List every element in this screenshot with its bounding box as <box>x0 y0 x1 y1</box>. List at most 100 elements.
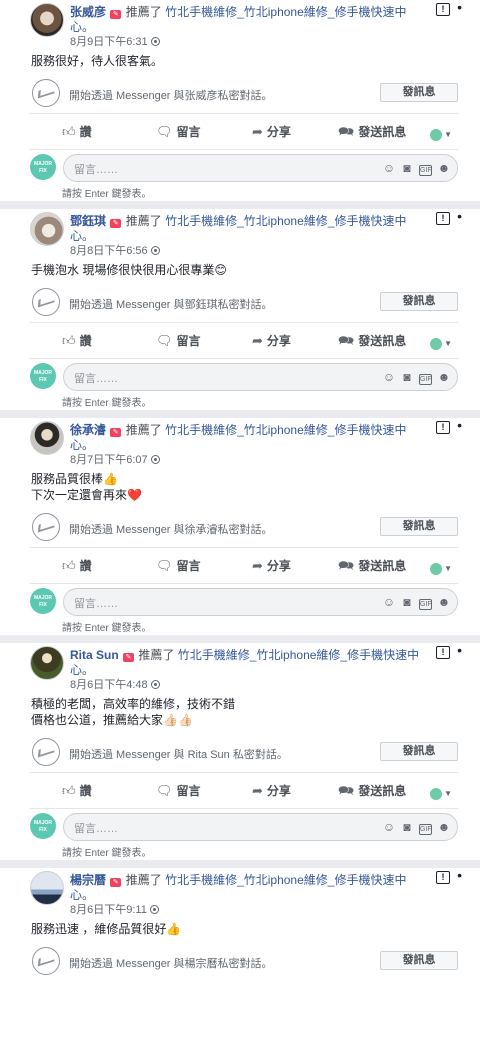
sticker-icon[interactable]: ☻ <box>435 820 453 834</box>
major-fix-logo: MAJOR FIX <box>30 813 56 839</box>
avatar[interactable] <box>30 871 64 905</box>
avatar[interactable] <box>30 646 64 680</box>
post-date[interactable]: 8月9日下午6:31 <box>70 35 422 50</box>
page-link[interactable]: 竹北手機維修_竹北iphone維修_修手機快速中心 <box>70 5 406 34</box>
page-suffix: 。 <box>82 438 95 452</box>
page-avatar-icon <box>430 787 443 800</box>
reviewer-name[interactable]: 徐承濬 <box>70 423 106 437</box>
emoji-icon[interactable]: ☺ <box>380 370 398 384</box>
page-link[interactable]: 竹北手機維修_竹北iphone維修_修手機快速中心 <box>70 214 406 243</box>
more-options-icon[interactable]: • <box>457 209 462 224</box>
camera-icon[interactable]: ◙ <box>398 161 416 175</box>
caret-down-icon: ▼ <box>444 130 452 140</box>
send-message-button[interactable]: 發訊息 <box>380 951 458 970</box>
send-message-button[interactable]: 發訊息 <box>380 742 458 761</box>
comment-input[interactable]: 留言…… ☺ ◙ GIF ☻ <box>63 813 458 841</box>
send-message-button[interactable]: 發訊息 <box>380 517 458 536</box>
avatar[interactable] <box>30 212 64 246</box>
share-button[interactable]: ➦ 分享 <box>252 123 291 141</box>
share-button[interactable]: ➦ 分享 <box>252 332 291 350</box>
sticker-icon[interactable]: ☻ <box>435 161 453 175</box>
comment-input[interactable]: 留言…… ☺ ◙ GIF ☻ <box>63 363 458 391</box>
comment-button[interactable]: 🗨︎ 留言 <box>156 123 201 141</box>
messenger-row: 開始透過 Messenger 與 Rita Sun 私密對話。 發訊息 <box>0 734 480 772</box>
post-text: 服務品質很棒👍 下次一定還會再來❤️ <box>31 472 142 502</box>
more-options-icon[interactable]: • <box>457 0 462 15</box>
send-message-button[interactable]: 發訊息 <box>380 292 458 311</box>
comment-button[interactable]: 🗨︎ 留言 <box>156 782 201 800</box>
more-options-icon[interactable]: • <box>457 868 462 883</box>
comment-label: 留言 <box>176 125 201 139</box>
post-as-selector[interactable]: ▼ <box>430 126 452 144</box>
messenger-prompt: 開始透過 Messenger 與鄧鈺琪私密對話。 <box>69 299 273 311</box>
camera-icon[interactable]: ◙ <box>398 595 416 609</box>
camera-icon[interactable]: ◙ <box>398 820 416 834</box>
send-button[interactable]: 🗪︎ 發送訊息 <box>338 123 406 141</box>
send-button[interactable]: 🗪︎ 發送訊息 <box>338 782 406 800</box>
recommend-icon: ✎ <box>110 428 122 437</box>
sticker-icon[interactable]: ☻ <box>435 370 453 384</box>
recommend-label: 推薦了 <box>125 5 162 19</box>
messenger-row: 開始透過 Messenger 與张威彦私密對話。 發訊息 <box>0 75 480 113</box>
report-icon[interactable]: ! <box>436 3 450 16</box>
sticker-icon[interactable]: ☻ <box>435 595 453 609</box>
report-icon[interactable]: ! <box>436 871 450 884</box>
send-button[interactable]: 🗪︎ 發送訊息 <box>338 332 406 350</box>
post-as-selector[interactable]: ▼ <box>430 560 452 578</box>
comment-button[interactable]: 🗨︎ 留言 <box>156 557 201 575</box>
report-icon[interactable]: ! <box>436 421 450 434</box>
comment-button[interactable]: 🗨︎ 留言 <box>156 332 201 350</box>
post-date[interactable]: 8月7日下午6:07 <box>70 453 422 468</box>
comment-input[interactable]: 留言…… ☺ ◙ GIF ☻ <box>63 588 458 616</box>
reviewer-name[interactable]: 鄧鈺琪 <box>70 214 106 228</box>
more-options-icon[interactable]: • <box>457 418 462 433</box>
comment-tools: ☺ ◙ GIF ☻ <box>380 370 453 385</box>
gif-icon[interactable]: GIF <box>419 824 432 835</box>
avatar[interactable] <box>30 421 64 455</box>
like-label: 讚 <box>79 559 92 573</box>
like-button[interactable]: 👍︎ 讚 <box>62 123 92 141</box>
comment-input[interactable]: 留言…… ☺ ◙ GIF ☻ <box>63 154 458 182</box>
reviewer-name[interactable]: Rita Sun <box>70 648 119 662</box>
page-link[interactable]: 竹北手機維修_竹北iphone維修_修手機快速中心 <box>70 873 406 902</box>
post-date[interactable]: 8月8日下午6:56 <box>70 244 422 259</box>
post-headline: 徐承濬 ✎ 推薦了 竹北手機維修_竹北iphone維修_修手機快速中心。 <box>70 423 422 453</box>
emoji-icon[interactable]: ☺ <box>380 161 398 175</box>
reviewer-name[interactable]: 楊宗曆 <box>70 873 106 887</box>
post-separator <box>0 860 480 868</box>
comment-composer: MAJOR FIX 留言…… ☺ ◙ GIF ☻ 請按 Enter 鍵發表。 <box>30 149 458 201</box>
post-header: 鄧鈺琪 ✎ 推薦了 竹北手機維修_竹北iphone維修_修手機快速中心。 8月8… <box>0 209 480 259</box>
gif-icon[interactable]: GIF <box>419 599 432 610</box>
reviewer-name[interactable]: 张威彦 <box>70 5 106 19</box>
share-icon: ➦ <box>252 124 263 139</box>
gif-icon[interactable]: GIF <box>419 165 432 176</box>
share-button[interactable]: ➦ 分享 <box>252 557 291 575</box>
like-button[interactable]: 👍︎ 讚 <box>62 332 92 350</box>
send-label: 發送訊息 <box>358 125 407 139</box>
page-link[interactable]: 竹北手機維修_竹北iphone維修_修手機快速中心 <box>70 423 406 452</box>
post-date[interactable]: 8月6日下午4:48 <box>70 678 422 693</box>
like-button[interactable]: 👍︎ 讚 <box>62 782 92 800</box>
comment-tools: ☺ ◙ GIF ☻ <box>380 595 453 610</box>
gif-icon[interactable]: GIF <box>419 374 432 385</box>
more-options-icon[interactable]: • <box>457 643 462 658</box>
report-icon[interactable]: ! <box>436 646 450 659</box>
avatar[interactable] <box>30 3 64 37</box>
share-icon: ➦ <box>252 558 263 573</box>
share-button[interactable]: ➦ 分享 <box>252 782 291 800</box>
post-header: Rita Sun ✎ 推薦了 竹北手機維修_竹北iphone維修_修手機快速中心… <box>0 643 480 693</box>
post-as-selector[interactable]: ▼ <box>430 785 452 803</box>
date-text: 8月6日下午9:11 <box>70 904 147 916</box>
emoji-icon[interactable]: ☺ <box>380 595 398 609</box>
send-label: 發送訊息 <box>358 784 407 798</box>
send-message-button[interactable]: 發訊息 <box>380 83 458 102</box>
send-button[interactable]: 🗪︎ 發送訊息 <box>338 557 406 575</box>
like-button[interactable]: 👍︎ 讚 <box>62 557 92 575</box>
report-icon[interactable]: ! <box>436 212 450 225</box>
post-date[interactable]: 8月6日下午9:11 <box>70 903 422 918</box>
page-link[interactable]: 竹北手機維修_竹北iphone維修_修手機快速中心 <box>70 648 419 677</box>
emoji-icon[interactable]: ☺ <box>380 820 398 834</box>
camera-icon[interactable]: ◙ <box>398 370 416 384</box>
date-text: 8月8日下午6:56 <box>70 245 148 257</box>
post-as-selector[interactable]: ▼ <box>430 335 452 353</box>
